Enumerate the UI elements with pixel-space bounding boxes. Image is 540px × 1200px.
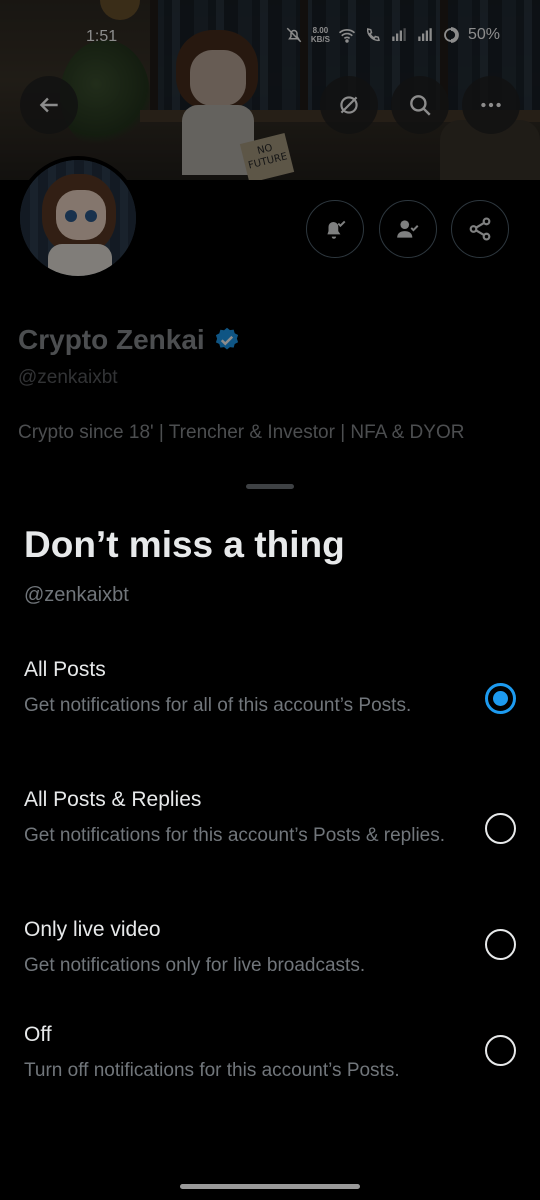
radio-all-posts[interactable] bbox=[485, 683, 516, 714]
option-description: Get notifications for this account’s Pos… bbox=[24, 825, 446, 846]
option-title: All Posts & Replies bbox=[24, 788, 202, 811]
sheet-title: Don’t miss a thing bbox=[24, 524, 345, 565]
option-all-posts[interactable]: All Posts Get notifications for all of t… bbox=[0, 646, 540, 746]
option-description: Turn off notifications for this account’… bbox=[24, 1060, 400, 1081]
radio-only-live-video[interactable] bbox=[485, 929, 516, 960]
option-all-posts-replies[interactable]: All Posts & Replies Get notifications fo… bbox=[0, 776, 540, 876]
option-description: Get notifications for all of this accoun… bbox=[24, 695, 412, 716]
option-only-live-video[interactable]: Only live video Get notifications only f… bbox=[0, 906, 540, 986]
option-title: Only live video bbox=[24, 918, 161, 941]
option-title: All Posts bbox=[24, 658, 106, 681]
sheet-handle: @zenkaixbt bbox=[24, 584, 129, 606]
sheet-grabber[interactable] bbox=[246, 484, 294, 489]
radio-all-posts-replies[interactable] bbox=[485, 813, 516, 844]
home-indicator[interactable] bbox=[180, 1184, 360, 1189]
option-description: Get notifications only for live broadcas… bbox=[24, 955, 366, 976]
radio-off[interactable] bbox=[485, 1035, 516, 1066]
option-title: Off bbox=[24, 1023, 52, 1046]
option-off[interactable]: Off Turn off notifications for this acco… bbox=[0, 1011, 540, 1091]
sheet-scrim[interactable] bbox=[0, 0, 540, 480]
notification-settings-sheet: Don’t miss a thing @zenkaixbt All Posts … bbox=[0, 468, 540, 1200]
